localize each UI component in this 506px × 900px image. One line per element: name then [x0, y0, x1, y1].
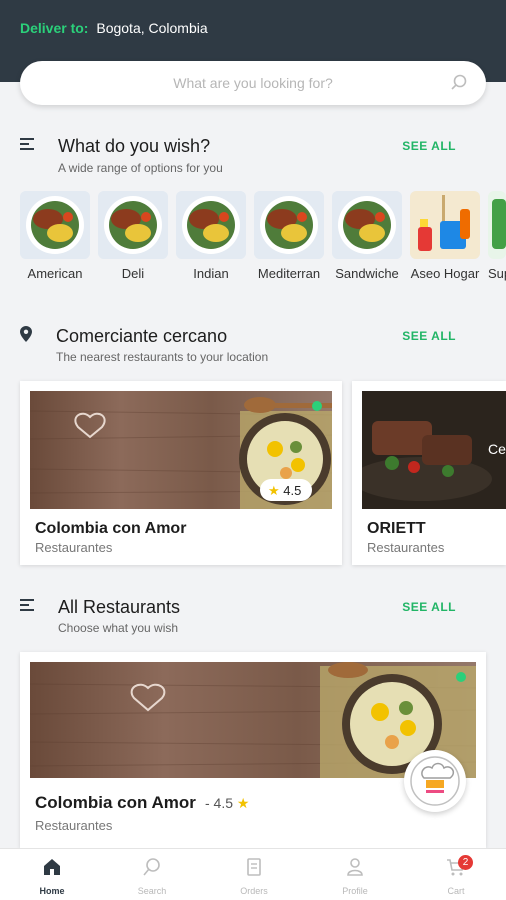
receipt-icon [247, 858, 261, 876]
category-sup[interactable]: Sup [488, 191, 506, 281]
nav-cart[interactable]: Cart 2 [426, 855, 486, 896]
nav-home[interactable]: Home [22, 857, 82, 896]
restaurant-banner-image: Ce [362, 391, 506, 509]
nearby-restaurant-card[interactable]: ★ 4.5 Colombia con Amor Restaurantes [20, 381, 342, 565]
user-icon [347, 858, 363, 876]
restaurant-category: Restaurantes [35, 540, 113, 555]
rating-display: - 4.5 ★ [205, 795, 249, 812]
rating-value: - 4.5 [205, 795, 234, 811]
list-icon [20, 138, 34, 150]
open-status-dot [312, 401, 322, 411]
restaurant-name: ORIETT [367, 520, 426, 537]
food-plate-image [254, 191, 324, 259]
nearby-restaurant-card[interactable]: Ce ORIETT Restaurantes [352, 381, 506, 565]
category-label: Mediterran [257, 266, 321, 281]
chef-hat-icon [410, 756, 460, 806]
category-image [488, 191, 506, 259]
deliver-to[interactable]: Deliver to: Bogota, Colombia [20, 20, 208, 36]
rating-badge: ★ 4.5 [260, 479, 312, 501]
all-subtitle: Choose what you wish [58, 621, 179, 635]
wish-see-all-link[interactable]: SEE ALL [402, 139, 456, 153]
home-icon [44, 859, 60, 875]
list-icon [20, 599, 34, 611]
wish-subtitle: A wide range of options for you [58, 161, 223, 175]
star-icon: ★ [236, 795, 250, 811]
category-label: Indian [193, 266, 229, 281]
restaurant-category: Restaurantes [367, 540, 445, 555]
category-label: Sandwiche [335, 266, 399, 281]
category-sandwiches[interactable]: Sandwiche [332, 191, 402, 281]
category-aseo-hogar[interactable]: Aseo Hogar [410, 191, 480, 281]
category-label: Deli [121, 266, 145, 281]
restaurant-category: Restaurantes [35, 818, 113, 833]
nav-label: Cart [447, 886, 465, 896]
category-label: Sup [488, 266, 506, 281]
delivery-location[interactable]: Bogota, Colombia [96, 20, 207, 36]
nearby-see-all-link[interactable]: SEE ALL [402, 329, 456, 343]
restaurant-name: Colombia con Amor [35, 520, 187, 537]
food-plate-image [176, 191, 246, 259]
category-american[interactable]: American [20, 191, 90, 281]
food-plate-image [20, 191, 90, 259]
category-indian[interactable]: Indian [176, 191, 246, 281]
open-status-dot [456, 672, 466, 682]
search-bar[interactable]: What are you looking for? [20, 61, 486, 105]
nav-search[interactable]: Search [122, 857, 182, 896]
nav-label: Profile [342, 886, 368, 896]
floating-assistant-button[interactable] [404, 750, 466, 812]
nav-label: Search [137, 886, 167, 896]
food-plate-image [332, 191, 402, 259]
category-label: American [27, 266, 83, 281]
rating-value: 4.5 [283, 483, 302, 498]
category-deli[interactable]: Deli [98, 191, 168, 281]
wish-title: What do you wish? [58, 136, 211, 156]
category-label: Aseo Hogar [410, 266, 480, 281]
nav-orders[interactable]: Orders [224, 857, 284, 896]
category-mediterranean[interactable]: Mediterran [254, 191, 324, 281]
all-see-all-link[interactable]: SEE ALL [402, 600, 456, 614]
cleaning-supplies-image [410, 191, 480, 259]
nav-label: Orders [240, 886, 268, 896]
nav-label: Home [39, 886, 65, 896]
nearby-subtitle: The nearest restaurants to your location [56, 350, 269, 364]
star-icon: ★ [268, 483, 280, 498]
food-plate-image [98, 191, 168, 259]
search-input[interactable]: What are you looking for? [20, 75, 486, 91]
banner-overlay-text: Ce [488, 441, 506, 457]
search-icon[interactable] [450, 74, 468, 92]
search-icon [143, 858, 160, 876]
nav-profile[interactable]: Profile [325, 857, 385, 896]
restaurant-name: Colombia con Amor [35, 793, 196, 812]
all-title: All Restaurants [58, 597, 181, 617]
location-pin-icon [20, 326, 32, 342]
deliver-label: Deliver to: [20, 20, 89, 36]
nearby-title: Comerciante cercano [56, 326, 228, 346]
bottom-navigation: Home Search Orders Profile Cart 2 [0, 848, 506, 900]
cart-count-badge: 2 [458, 855, 473, 870]
